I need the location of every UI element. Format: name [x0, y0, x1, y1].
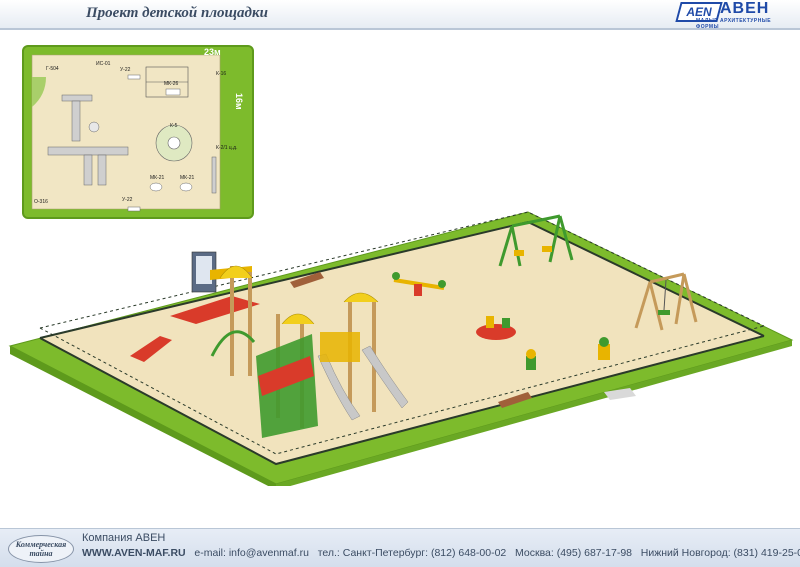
logo-subtitle: МАЛЫЕ АРХИТЕКТУРНЫЕ ФОРМЫ: [696, 18, 772, 30]
company-logo[interactable]: AEN АВЕН МАЛЫЕ АРХИТЕКТУРНЫЕ ФОРМЫ: [675, 0, 790, 30]
footer-bar: Коммерческая тайна Компания АВЕН WWW.AVE…: [0, 528, 800, 567]
plan-label-u22-bottom: У-22: [122, 197, 133, 203]
phone-msk: Москва: (495) 687-17-98: [515, 547, 632, 559]
playground-illustration: [8, 211, 794, 490]
company-name: Компания АВЕН: [82, 532, 166, 544]
logo-name: АВЕН: [720, 0, 770, 17]
plan-label-mk21-left: МК-21: [150, 175, 165, 181]
plan-label-k5: К-5: [170, 123, 178, 129]
plan-label-k21: К-2/1 ц.д.: [216, 145, 237, 151]
confidential-stamp: Коммерческая тайна: [8, 535, 74, 563]
plan-label-k16: К-16: [216, 71, 226, 77]
playground-3d-view: [0, 206, 800, 490]
site-plan-drawing: Г-504 ИС-01 У-22 МК-26 К-16 К-5 К-2/1 ц.…: [31, 47, 244, 212]
phone-spb: тел.: Санкт-Петербург: (812) 648-00-02: [317, 547, 507, 559]
contact-line: WWW.AVEN-MAF.RU e-mail: info@avenmaf.ru …: [82, 547, 800, 559]
plan-width-label: 23м: [204, 47, 221, 57]
plan-label-mk26: МК-26: [164, 81, 179, 87]
page-title: Проект детской площадки: [86, 5, 268, 21]
plan-height-label: 16м: [234, 93, 244, 110]
phone-nn: Нижний Новгород: (831) 419-25-00: [640, 547, 800, 559]
plan-label-g504: Г-504: [46, 66, 59, 72]
plan-label-o316: О-316: [34, 199, 48, 205]
header-bar: Проект детской площадки AEN АВЕН МАЛЫЕ А…: [0, 0, 800, 30]
plan-label-is01: ИС-01: [96, 61, 111, 67]
spring-rider: [598, 337, 610, 360]
plan-label-mk21-right: МК-21: [180, 175, 195, 181]
website-link[interactable]: WWW.AVEN-MAF.RU: [82, 547, 186, 559]
site-plan: Г-504 ИС-01 У-22 МК-26 К-16 К-5 К-2/1 ц.…: [22, 45, 254, 219]
email-link[interactable]: e-mail: info@avenmaf.ru: [194, 547, 309, 559]
spring-rider: [526, 349, 536, 370]
plan-label-u22-top: У-22: [120, 67, 131, 73]
